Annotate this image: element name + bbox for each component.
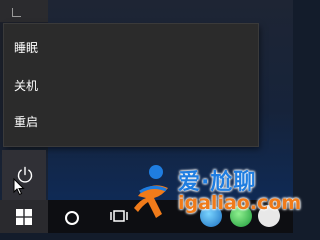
cortana-circle-icon xyxy=(65,211,79,225)
power-options-menu: 睡眠 关机 重启 xyxy=(4,24,258,146)
menu-item-restart[interactable]: 重启 xyxy=(4,104,258,140)
menu-item-sleep[interactable]: 睡眠 xyxy=(4,30,258,66)
watermark-logo-icon xyxy=(134,165,168,218)
task-view-button[interactable] xyxy=(104,204,134,230)
windows-logo-icon xyxy=(16,209,32,225)
task-view-icon xyxy=(110,210,128,222)
documents-icon xyxy=(12,8,21,17)
start-button[interactable] xyxy=(0,200,48,233)
start-menu-rail-item[interactable] xyxy=(0,0,48,22)
menu-item-shutdown[interactable]: 关机 xyxy=(4,68,258,104)
watermark-domain: igaliao.com xyxy=(178,192,302,214)
cortana-search-button[interactable] xyxy=(56,204,86,230)
mouse-cursor-icon xyxy=(13,178,25,196)
site-watermark: 爱·尬聊 igaliao.com xyxy=(132,162,301,228)
